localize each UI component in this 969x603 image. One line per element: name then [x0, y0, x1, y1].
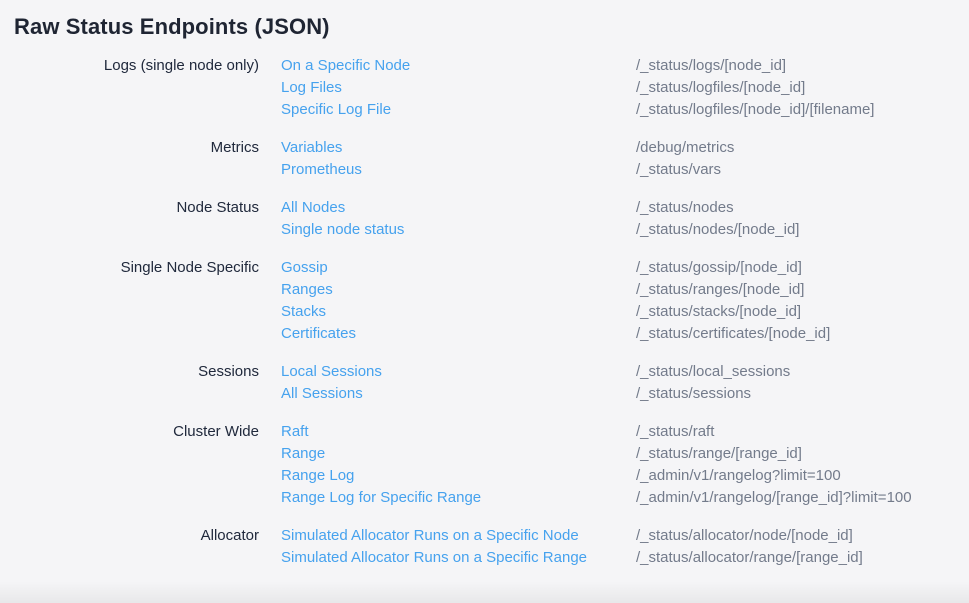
endpoint-section: Logs (single node only) On a Specific Nod…: [14, 55, 969, 121]
endpoint-path: /debug/metrics: [636, 137, 969, 159]
endpoint-path: /_status/stacks/[node_id]: [636, 301, 969, 323]
endpoint-link[interactable]: Range Log: [281, 465, 614, 487]
endpoint-path: /_status/gossip/[node_id]: [636, 257, 969, 279]
endpoint-link[interactable]: Gossip: [281, 257, 614, 279]
endpoint-section: Sessions Local Sessions /_status/local_ses…: [14, 361, 969, 405]
endpoint-link[interactable]: All Nodes: [281, 197, 614, 219]
endpoint-link[interactable]: Single node status: [281, 219, 614, 241]
endpoint-section: Node Status All Nodes /_status/nodes Single…: [14, 197, 969, 241]
endpoint-link[interactable]: Log Files: [281, 77, 614, 99]
endpoint-path: /_status/vars: [636, 159, 969, 181]
endpoint-link[interactable]: Certificates: [281, 323, 614, 345]
endpoint-section: Cluster Wide Raft /_status/raft Range /_stat…: [14, 421, 969, 509]
endpoint-link[interactable]: Range: [281, 443, 614, 465]
endpoint-section: Allocator Simulated Allocator Runs on a S…: [14, 525, 969, 569]
endpoint-path: /_status/certificates/[node_id]: [636, 323, 969, 345]
endpoint-path: /_status/sessions: [636, 383, 969, 405]
endpoint-link[interactable]: On a Specific Node: [281, 55, 614, 77]
endpoint-path: /_status/logs/[node_id]: [636, 55, 969, 77]
endpoint-link[interactable]: Stacks: [281, 301, 614, 323]
endpoint-path: /_status/allocator/node/[node_id]: [636, 525, 969, 547]
debug-endpoints-page: Raw Status Endpoints (JSON) Logs (single…: [0, 0, 969, 569]
page-title: Raw Status Endpoints (JSON): [14, 13, 969, 41]
endpoint-link[interactable]: Prometheus: [281, 159, 614, 181]
category-label: Node Status: [14, 197, 259, 219]
endpoint-path: /_status/ranges/[node_id]: [636, 279, 969, 301]
category-label: Allocator: [14, 525, 259, 547]
endpoint-link[interactable]: Variables: [281, 137, 614, 159]
endpoint-path: /_status/raft: [636, 421, 969, 443]
endpoint-link[interactable]: Local Sessions: [281, 361, 614, 383]
endpoint-path: /_status/local_sessions: [636, 361, 969, 383]
endpoint-path: /_status/logfiles/[node_id]/[filename]: [636, 99, 969, 121]
bottom-edge-shade: [0, 581, 969, 603]
endpoint-path: /_status/range/[range_id]: [636, 443, 969, 465]
endpoint-link[interactable]: All Sessions: [281, 383, 614, 405]
endpoint-link[interactable]: Range Log for Specific Range: [281, 487, 614, 509]
endpoint-link[interactable]: Simulated Allocator Runs on a Specific N…: [281, 525, 614, 547]
endpoint-path: /_admin/v1/rangelog?limit=100: [636, 465, 969, 487]
endpoint-path: /_status/allocator/range/[range_id]: [636, 547, 969, 569]
endpoint-section: Metrics Variables/debug/metrics Prometheus…: [14, 137, 969, 181]
endpoint-link[interactable]: Simulated Allocator Runs on a Specific R…: [281, 547, 614, 569]
endpoint-section: Single Node Specific Gossip /_status/gossi…: [14, 257, 969, 345]
endpoint-path: /_status/logfiles/[node_id]: [636, 77, 969, 99]
endpoint-link[interactable]: Ranges: [281, 279, 614, 301]
category-label: Metrics: [14, 137, 259, 159]
endpoint-link[interactable]: Raft: [281, 421, 614, 443]
category-label: Cluster Wide: [14, 421, 259, 443]
endpoint-path: /_status/nodes/[node_id]: [636, 219, 969, 241]
endpoint-link[interactable]: Specific Log File: [281, 99, 614, 121]
endpoints-table: Logs (single node only) On a Specific Nod…: [14, 55, 969, 569]
category-label: Single Node Specific: [14, 257, 259, 279]
endpoint-path: /_admin/v1/rangelog/[range_id]?limit=100: [636, 487, 969, 509]
category-label: Logs (single node only): [14, 55, 259, 77]
category-label: Sessions: [14, 361, 259, 383]
endpoint-path: /_status/nodes: [636, 197, 969, 219]
